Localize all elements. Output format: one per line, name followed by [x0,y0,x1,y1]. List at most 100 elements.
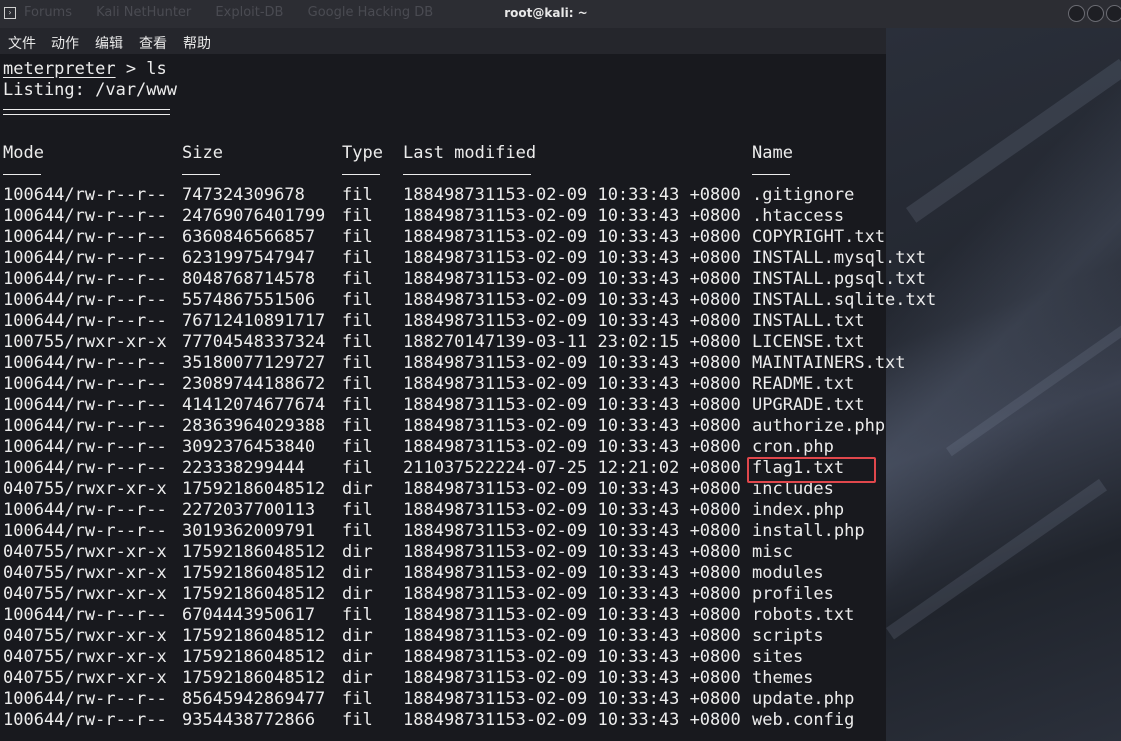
cell-modified: 188498731153-02-09 10:33:43 +0800 [403,605,741,625]
terminal-window: › Forums Kali NetHunter Exploit-DB Googl… [0,0,1121,741]
cell-mode: 100644/rw-r--r-- [3,185,167,205]
header-underline [3,174,41,175]
cell-size: 24769076401799 [182,206,326,226]
cell-size: 6704443950617 [182,605,316,625]
cell-size: 747324309678 [182,185,305,205]
cell-type: dir [342,626,373,646]
cell-size: 2272037700113 [182,500,316,520]
cell-modified: 188498731153-02-09 10:33:43 +0800 [403,542,741,562]
desktop-wallpaper [886,28,1121,741]
cell-mode: 040755/rwxr-xr-x [3,668,167,688]
cell-mode: 100755/rwxr-xr-x [3,332,167,352]
header-name: Name [752,143,793,163]
cell-modified: 188498731153-02-09 10:33:43 +0800 [403,500,741,520]
header-underline [752,174,790,175]
cell-modified: 188498731153-02-09 10:33:43 +0800 [403,185,741,205]
cell-size: 17592186048512 [182,647,326,667]
menu-view[interactable]: 查看 [139,33,167,53]
cell-mode: 040755/rwxr-xr-x [3,584,167,604]
listing-rule [3,109,170,115]
header-underline [403,174,531,175]
cell-type: dir [342,563,373,583]
cell-mode: 100644/rw-r--r-- [3,458,167,478]
cell-mode: 100644/rw-r--r-- [3,521,167,541]
cell-mode: 100644/rw-r--r-- [3,269,167,289]
cell-mode: 040755/rwxr-xr-x [3,563,167,583]
maximize-button[interactable] [1087,5,1104,22]
listing-path: Listing: /var/www [3,80,177,100]
cell-name: .gitignore [752,185,855,205]
cell-size: 6360846566857 [182,227,316,247]
close-button[interactable] [1106,5,1121,22]
cell-name: install.php [752,521,865,541]
cell-size: 17592186048512 [182,563,326,583]
title-bar: › Forums Kali NetHunter Exploit-DB Googl… [0,0,1121,28]
cell-size: 17592186048512 [182,479,326,499]
cell-size: 28363964029388 [182,416,326,436]
cell-size: 5574867551506 [182,290,316,310]
prompt: meterpreter [3,59,116,79]
menu-edit[interactable]: 编辑 [95,33,123,53]
cell-name: INSTALL.pgsql.txt [752,269,926,289]
cell-size: 76712410891717 [182,311,326,331]
cell-size: 23089744188672 [182,374,326,394]
terminal-output[interactable]: meterpreter > ls Listing: /var/www Mode … [0,54,936,741]
header-underline [342,174,380,175]
cell-size: 223338299444 [182,458,305,478]
cell-type: fil [342,206,373,226]
cell-modified: 188498731153-02-09 10:33:43 +0800 [403,290,741,310]
cell-modified: 188498731153-02-09 10:33:43 +0800 [403,353,741,373]
cell-name: LICENSE.txt [752,332,865,352]
menu-help[interactable]: 帮助 [183,33,211,53]
cell-mode: 100644/rw-r--r-- [3,500,167,520]
cell-size: 17592186048512 [182,542,326,562]
cell-modified: 188498731153-02-09 10:33:43 +0800 [403,647,741,667]
header-underline [182,174,220,175]
cell-modified: 188498731153-02-09 10:33:43 +0800 [403,227,741,247]
cell-type: dir [342,584,373,604]
cell-name: modules [752,563,824,583]
cell-type: fil [342,332,373,352]
cell-mode: 100644/rw-r--r-- [3,605,167,625]
cell-name: web.config [752,710,855,730]
cell-type: fil [342,416,373,436]
cell-size: 6231997547947 [182,248,316,268]
cell-type: fil [342,311,373,331]
cell-mode: 100644/rw-r--r-- [3,353,167,373]
cell-mode: 100644/rw-r--r-- [3,689,167,709]
cell-modified: 211037522224-07-25 12:21:02 +0800 [403,458,741,478]
cell-mode: 100644/rw-r--r-- [3,395,167,415]
cell-mode: 100644/rw-r--r-- [3,374,167,394]
menu-action[interactable]: 动作 [51,33,79,53]
cell-type: fil [342,185,373,205]
cell-name: themes [752,668,814,688]
cell-modified: 188498731153-02-09 10:33:43 +0800 [403,479,741,499]
window-title: root@kali: ~ [504,6,588,20]
cell-name: sites [752,647,804,667]
cell-modified: 188498731153-02-09 10:33:43 +0800 [403,626,741,646]
cell-name: update.php [752,689,855,709]
command: > ls [115,59,167,79]
cell-type: fil [342,269,373,289]
cell-type: fil [342,458,373,478]
cell-mode: 100644/rw-r--r-- [3,227,167,247]
cell-name: authorize.php [752,416,886,436]
cell-size: 3019362009791 [182,521,316,541]
cell-mode: 100644/rw-r--r-- [3,437,167,457]
cell-type: fil [342,605,373,625]
cell-modified: 188498731153-02-09 10:33:43 +0800 [403,437,741,457]
cell-modified: 188498731153-02-09 10:33:43 +0800 [403,374,741,394]
minimize-button[interactable] [1068,5,1085,22]
cell-name: UPGRADE.txt [752,395,865,415]
cell-name: cron.php [752,437,834,457]
header-mode: Mode [3,143,44,163]
cell-type: fil [342,290,373,310]
cell-modified: 188498731153-02-09 10:33:43 +0800 [403,311,741,331]
cell-modified: 188498731153-02-09 10:33:43 +0800 [403,689,741,709]
cell-size: 17592186048512 [182,584,326,604]
cell-modified: 188498731153-02-09 10:33:43 +0800 [403,668,741,688]
menu-file[interactable]: 文件 [8,33,36,53]
cell-modified: 188270147139-03-11 23:02:15 +0800 [403,332,741,352]
cell-name: scripts [752,626,824,646]
cell-type: fil [342,521,373,541]
